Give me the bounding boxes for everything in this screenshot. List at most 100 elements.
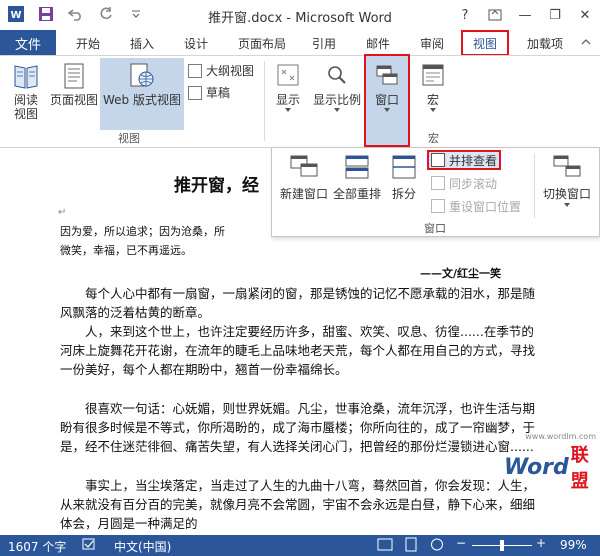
macros-button[interactable]: 宏 — [416, 62, 450, 113]
status-bar: 1607 个字 中文(中国) − + 99% — [0, 535, 600, 556]
watermark-site: www.wordlm.com — [525, 432, 596, 441]
minimize-button[interactable]: — — [510, 0, 540, 30]
zoom-button[interactable]: 显示比例 — [310, 62, 364, 113]
switch-windows-icon — [553, 155, 581, 177]
tab-insert[interactable]: 插入 — [120, 30, 164, 56]
web-layout-status-icon[interactable] — [428, 537, 446, 555]
panel-separator — [534, 154, 535, 218]
book-icon — [14, 65, 38, 89]
page-icon — [64, 63, 84, 89]
ribbon-display-options-button[interactable] — [480, 0, 510, 30]
outline-icon — [188, 63, 202, 78]
side-by-side-icon — [431, 153, 445, 167]
web-layout-button[interactable]: Web 版式视图 — [100, 58, 184, 130]
paragraph-4: 事实上，当尘埃落定，当走过了人生的九曲十八弯，蓦然回首，你会发现：人生，从来就没… — [60, 478, 536, 532]
synchronous-scrolling-label: 同步滚动 — [449, 176, 498, 191]
watermark-logo: www.wordlm.com Word 联盟 — [504, 432, 600, 493]
tab-mailings[interactable]: 邮件 — [358, 30, 398, 56]
window-label: 窗口 — [374, 93, 399, 107]
tab-home[interactable]: 开始 — [66, 30, 110, 56]
window-dropdown-panel: 新建窗口 全部重排 拆分 并排查看 同步滚动 重设窗口位置 切换窗口 窗口 — [271, 147, 600, 237]
switch-windows-label: 切换窗口 — [542, 187, 591, 201]
draft-icon — [188, 85, 202, 100]
paragraph-1: 每个人心中都有一扇窗，一扇紧闭的窗，那是锈蚀的记忆不愿承载的泪水，那是随风飘落的… — [60, 286, 536, 321]
tab-page-layout[interactable]: 页面布局 — [230, 30, 294, 56]
tab-addins[interactable]: 加载项 — [518, 30, 572, 56]
synchronous-scrolling-button[interactable]: 同步滚动 — [427, 173, 501, 193]
macros-group-label: 宏 — [428, 132, 439, 145]
help-button[interactable]: ? — [450, 0, 480, 30]
reset-window-position-label: 重设窗口位置 — [449, 199, 522, 214]
read-mode-status-icon[interactable] — [376, 537, 394, 555]
draft-view-label: 草稿 — [206, 86, 231, 100]
show-label: 显示 — [275, 93, 300, 107]
arrange-all-button[interactable]: 全部重排 — [330, 154, 384, 202]
print-layout-button[interactable]: 页面视图 — [48, 62, 100, 107]
print-layout-label: 页面视图 — [49, 93, 98, 107]
split-button[interactable]: 拆分 — [384, 154, 424, 202]
zoom-in-button[interactable]: + — [536, 536, 546, 550]
document-heading: 推开窗，经 — [174, 176, 259, 196]
ribbon-collapse-icon[interactable] — [580, 36, 594, 50]
zoom-label: 显示比例 — [312, 93, 361, 107]
paragraph-mark: ↵ — [58, 207, 67, 218]
chevron-down-icon — [564, 203, 570, 207]
chevron-down-icon — [430, 108, 436, 112]
title-bar: W 推开窗.docx - Microsoft Word ? — ❐ ✕ — [0, 0, 600, 30]
tab-view[interactable]: 视图 — [461, 30, 509, 56]
window-controls: ? — ❐ ✕ — [450, 0, 600, 30]
outline-view-button[interactable]: 大纲视图 — [188, 62, 254, 79]
print-layout-status-icon[interactable] — [402, 537, 420, 555]
chevron-down-icon — [334, 108, 340, 112]
zoom-level[interactable]: 99% — [560, 538, 587, 552]
tab-references[interactable]: 引用 — [304, 30, 344, 56]
views-group-label: 视图 — [118, 132, 140, 145]
draft-view-button[interactable]: 草稿 — [188, 84, 230, 101]
zoom-slider-thumb[interactable] — [500, 540, 504, 551]
arrange-all-label: 全部重排 — [332, 187, 381, 201]
reset-position-icon — [431, 199, 445, 213]
paragraph-2: 人，来到这个世上，也许注定要经历许多，甜蜜、欢笑、叹息、彷徨......在季节的… — [60, 324, 536, 378]
close-button[interactable]: ✕ — [570, 0, 600, 30]
watermark-brand-cn: 联盟 — [570, 445, 589, 492]
language-indicator[interactable]: 中文(中国) — [114, 538, 171, 555]
windows-icon — [376, 65, 398, 85]
paragraph-3: 很喜欢一句话：心妩媚，则世界妩媚。凡尘，世事沧桑，流年沉浮，也许生活与期盼有很多… — [60, 401, 536, 455]
split-icon — [392, 155, 416, 179]
sync-scroll-icon — [431, 176, 445, 190]
outline-view-label: 大纲视图 — [206, 64, 255, 78]
show-icon — [277, 64, 299, 86]
zoom-out-button[interactable]: − — [456, 536, 466, 550]
new-window-icon — [290, 155, 318, 177]
read-mode-label: 阅读视图 — [13, 93, 38, 121]
tab-review[interactable]: 审阅 — [410, 30, 454, 56]
show-button[interactable]: 显示 — [270, 62, 306, 113]
window-group-label: 窗口 — [424, 222, 446, 235]
ribbon-separator — [264, 61, 265, 141]
macro-icon — [422, 64, 444, 86]
window-button[interactable]: 窗口 — [364, 54, 410, 147]
switch-windows-button[interactable]: 切换窗口 — [538, 154, 596, 208]
author-signature: ——文/红尘一笑 — [420, 267, 502, 280]
tab-design[interactable]: 设计 — [174, 30, 218, 56]
restore-button[interactable]: ❐ — [540, 0, 570, 30]
macros-label: 宏 — [426, 93, 439, 107]
watermark-brand-word: Word — [504, 454, 569, 480]
ribbon-tab-bar: 文件 开始 插入 设计 页面布局 引用 邮件 审阅 视图 加载项 — [0, 30, 600, 56]
magnifier-icon — [328, 66, 346, 84]
chevron-down-icon — [285, 108, 291, 112]
ribbon-view: 阅读视图 页面视图 Web 版式视图 大纲视图 草稿 视图 显示 显示比例 窗口 — [0, 54, 600, 148]
view-side-by-side-button[interactable]: 并排查看 — [427, 150, 502, 170]
intro-line-2: 微笑，幸福，已不再遥远。 — [60, 244, 192, 257]
read-mode-button[interactable]: 阅读视图 — [6, 62, 46, 121]
view-side-by-side-label: 并排查看 — [449, 153, 498, 168]
word-count[interactable]: 1607 个字 — [8, 538, 66, 555]
reset-window-position-button[interactable]: 重设窗口位置 — [427, 196, 525, 216]
web-layout-label: Web 版式视图 — [103, 93, 181, 107]
new-window-button[interactable]: 新建窗口 — [276, 154, 332, 202]
proofing-icon[interactable] — [82, 538, 96, 554]
arrange-all-icon — [345, 155, 369, 179]
new-window-label: 新建窗口 — [279, 187, 328, 201]
split-label: 拆分 — [391, 187, 416, 201]
tab-file[interactable]: 文件 — [0, 30, 56, 56]
